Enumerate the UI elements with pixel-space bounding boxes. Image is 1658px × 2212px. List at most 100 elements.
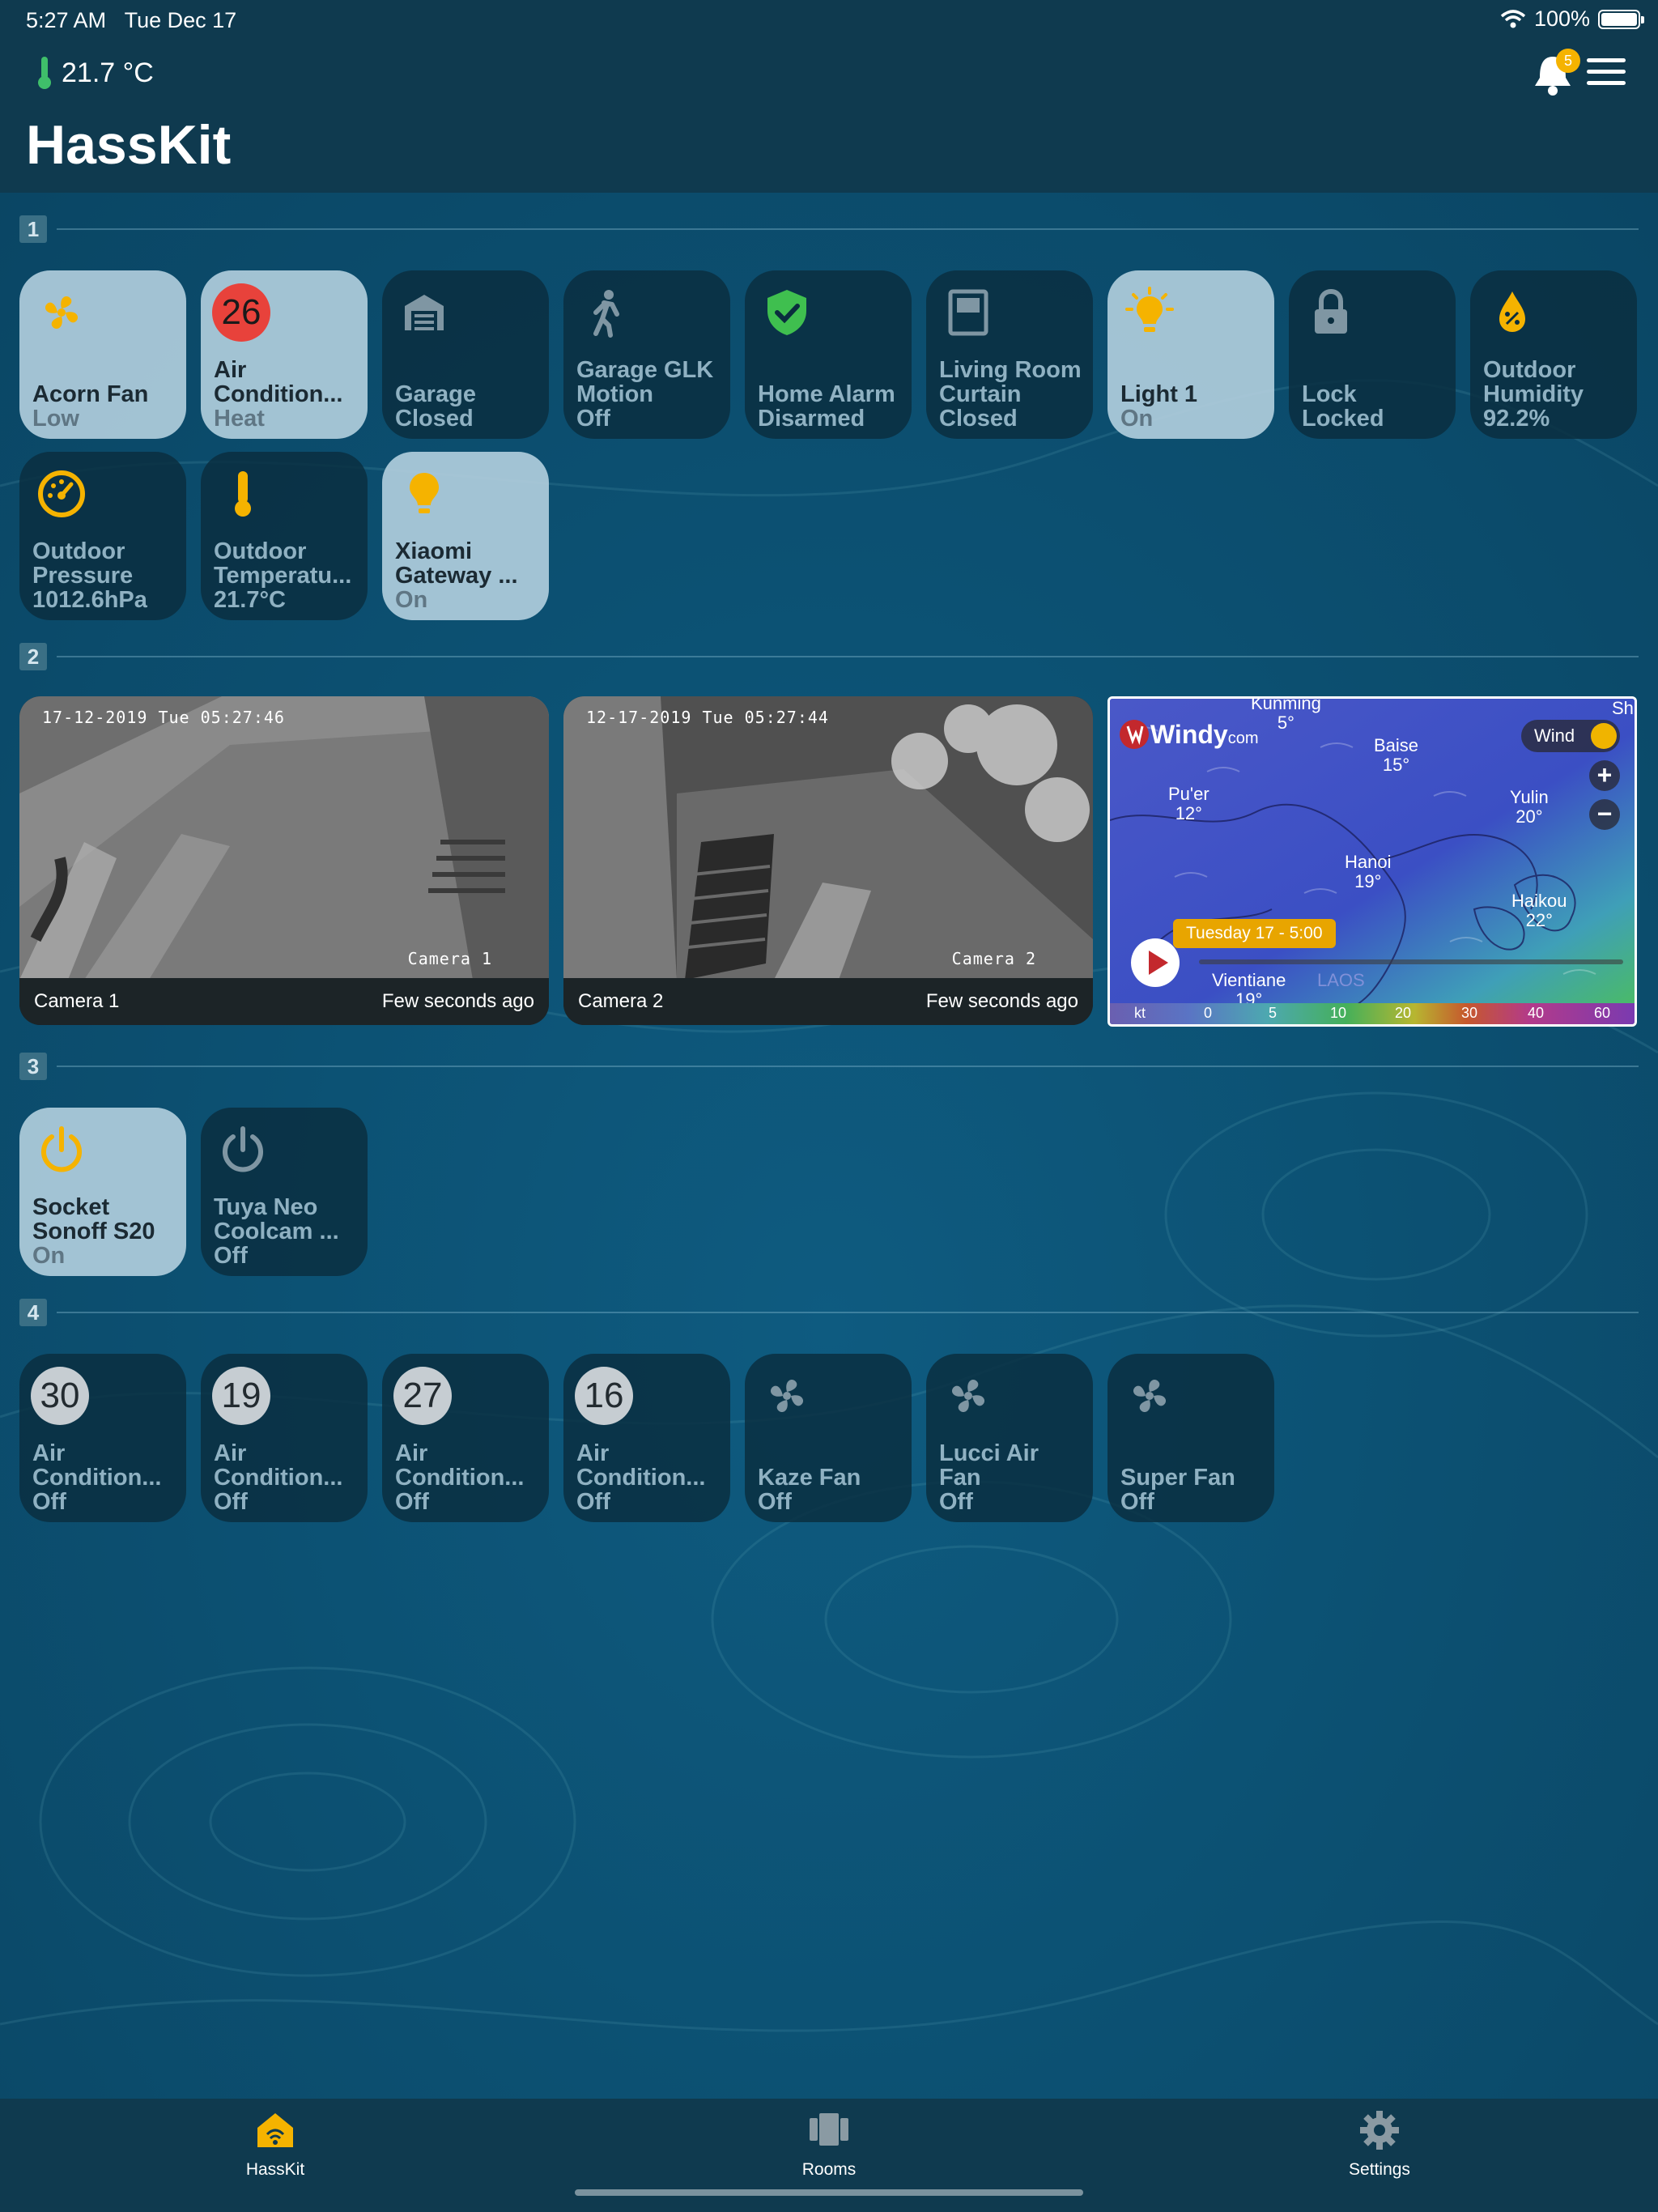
tile-state: Off bbox=[214, 1489, 248, 1515]
tile-name: Outdoor Humidity bbox=[1483, 358, 1584, 406]
tile-state: On bbox=[1120, 406, 1154, 432]
tab-label: Settings bbox=[1349, 2160, 1410, 2179]
tile-super-fan[interactable]: Super Fan Off bbox=[1107, 1354, 1274, 1522]
tile-garage-motion[interactable]: Garage GLK Motion Off bbox=[563, 270, 730, 439]
camera-card[interactable]: 12-17-2019 Tue 05:27:44 Camera 2 Camera … bbox=[563, 696, 1093, 1025]
tile-kaze-fan[interactable]: Kaze Fan Off bbox=[745, 1354, 912, 1522]
humidity-icon bbox=[1499, 291, 1525, 332]
temperature-badge: 27 bbox=[393, 1367, 452, 1425]
tab-label: HassKit bbox=[245, 2160, 305, 2179]
temperature-badge: 19 bbox=[212, 1367, 270, 1425]
tile-acorn-fan[interactable]: Acorn Fan Low bbox=[19, 270, 186, 439]
tile-outdoor-humidity[interactable]: Outdoor Humidity 92.2% bbox=[1470, 270, 1637, 439]
tile-xiaomi-gateway[interactable]: Xiaomi Gateway ... On bbox=[382, 452, 549, 620]
tile-state: Off bbox=[758, 1489, 792, 1515]
hamburger-icon bbox=[1587, 58, 1626, 62]
tile-state: Off bbox=[32, 1489, 66, 1515]
tile-name: Air Condition... bbox=[214, 1441, 343, 1490]
tile-air-conditioner[interactable]: 27 Air Condition... Off bbox=[382, 1354, 549, 1522]
tile-name: Kaze Fan bbox=[758, 1465, 861, 1490]
section-divider bbox=[57, 656, 1639, 657]
section-number: 2 bbox=[19, 643, 47, 670]
battery-icon bbox=[1598, 9, 1644, 29]
tile-name: Super Fan bbox=[1120, 1465, 1235, 1490]
section-divider bbox=[57, 228, 1639, 230]
map-place-label: LAOS bbox=[1317, 970, 1365, 990]
map-place-label: Yulin 20° bbox=[1510, 787, 1549, 827]
tile-tuya-neo-coolcam[interactable]: Tuya Neo Coolcam ... Off bbox=[201, 1108, 368, 1276]
tile-state: Off bbox=[576, 406, 610, 432]
section-divider bbox=[57, 1312, 1639, 1313]
bulb-icon bbox=[1125, 287, 1174, 332]
tile-name: Air Condition... bbox=[214, 358, 343, 406]
map-place-label: Pu'er 12° bbox=[1168, 784, 1209, 823]
bulb-icon bbox=[410, 473, 439, 513]
tile-name: Home Alarm bbox=[758, 382, 895, 406]
tile-name: Outdoor Temperatu... bbox=[214, 539, 352, 588]
tile-light-1[interactable]: Light 1 On bbox=[1107, 270, 1274, 439]
zoom-in-button[interactable]: + bbox=[1589, 760, 1620, 791]
tile-name: Xiaomi Gateway ... bbox=[395, 539, 518, 588]
tab-settings[interactable]: Settings bbox=[1299, 2110, 1460, 2180]
camera-name: Camera 1 bbox=[34, 990, 120, 1012]
notifications-button[interactable]: 5 bbox=[1532, 49, 1580, 97]
tile-air-conditioner[interactable]: 19 Air Condition... Off bbox=[201, 1354, 368, 1522]
tile-name: Outdoor Pressure bbox=[32, 539, 134, 588]
tab-label: Rooms bbox=[801, 2160, 857, 2179]
status-indicators: 100% bbox=[1500, 6, 1644, 32]
tile-state: Closed bbox=[395, 406, 474, 432]
power-icon bbox=[223, 1126, 263, 1172]
camera-feed-image bbox=[19, 696, 549, 980]
tile-state: Off bbox=[576, 1489, 610, 1515]
home-indicator bbox=[575, 2189, 1083, 2196]
camera-footer: Camera 1 Few seconds ago bbox=[19, 978, 549, 1025]
timeline-slider[interactable] bbox=[1199, 959, 1623, 964]
section-number: 1 bbox=[19, 215, 47, 243]
windy-logo: Windycom bbox=[1120, 720, 1259, 750]
map-place-label: Baise 15° bbox=[1374, 735, 1419, 775]
tile-outdoor-temperature[interactable]: Outdoor Temperatu... 21.7°C bbox=[201, 452, 368, 620]
tab-rooms[interactable]: Rooms bbox=[748, 2110, 910, 2180]
walk-icon bbox=[593, 290, 619, 338]
tile-name: Garage GLK Motion bbox=[576, 358, 714, 406]
play-button[interactable] bbox=[1131, 938, 1180, 987]
menu-button[interactable] bbox=[1587, 58, 1626, 87]
tile-lock[interactable]: Lock Locked bbox=[1289, 270, 1456, 439]
tile-state: Low bbox=[32, 406, 79, 432]
temperature-badge: 16 bbox=[575, 1367, 633, 1425]
tile-air-conditioner[interactable]: 26 Air Condition... Heat bbox=[201, 270, 368, 439]
tile-garage[interactable]: Garage Closed bbox=[382, 270, 549, 439]
camera-timestamp: 17-12-2019 Tue 05:27:46 bbox=[42, 708, 285, 727]
camera-name: Camera 2 bbox=[578, 990, 664, 1012]
camera-card[interactable]: 17-12-2019 Tue 05:27:46 Camera 1 Camera … bbox=[19, 696, 549, 1025]
tile-state: Off bbox=[395, 1489, 429, 1515]
map-place-label: Sh bbox=[1612, 698, 1634, 718]
wind-icon bbox=[1591, 723, 1617, 749]
windy-map-widget[interactable]: Kunming 5° Baise 15° Pu'er 12° Yulin 20° Han… bbox=[1107, 696, 1637, 1027]
tile-outdoor-pressure[interactable]: Outdoor Pressure 1012.6hPa bbox=[19, 452, 186, 620]
tile-lucci-air-fan[interactable]: Lucci Air Fan Off bbox=[926, 1354, 1093, 1522]
camera-updated: Few seconds ago bbox=[925, 990, 1078, 1012]
shield-check-icon bbox=[767, 290, 806, 335]
tile-air-conditioner[interactable]: 30 Air Condition... Off bbox=[19, 1354, 186, 1522]
tile-name: Lock bbox=[1302, 382, 1357, 406]
tile-socket-sonoff[interactable]: Socket Sonoff S20 On bbox=[19, 1108, 186, 1276]
tile-name: Living Room Curtain bbox=[939, 358, 1082, 406]
tile-state: Off bbox=[939, 1489, 973, 1515]
page-title: HassKit bbox=[26, 114, 232, 176]
tile-state: 1012.6hPa bbox=[32, 587, 147, 613]
tab-hasskit[interactable]: HassKit bbox=[194, 2110, 356, 2180]
tile-state: On bbox=[32, 1243, 66, 1269]
home-icon bbox=[257, 2113, 293, 2147]
zoom-out-button[interactable]: − bbox=[1589, 799, 1620, 830]
tile-living-room-curtain[interactable]: Living Room Curtain Closed bbox=[926, 270, 1093, 439]
map-place-label: Haikou 22° bbox=[1511, 891, 1567, 930]
tile-name: Air Condition... bbox=[32, 1441, 162, 1490]
wind-layer-button[interactable]: Wind bbox=[1521, 720, 1620, 752]
map-place-label: Hanoi 19° bbox=[1345, 852, 1392, 891]
tile-state: 21.7°C bbox=[214, 587, 286, 613]
tile-state: Closed bbox=[939, 406, 1018, 432]
section-divider bbox=[57, 1066, 1639, 1067]
tile-air-conditioner[interactable]: 16 Air Condition... Off bbox=[563, 1354, 730, 1522]
tile-home-alarm[interactable]: Home Alarm Disarmed bbox=[745, 270, 912, 439]
